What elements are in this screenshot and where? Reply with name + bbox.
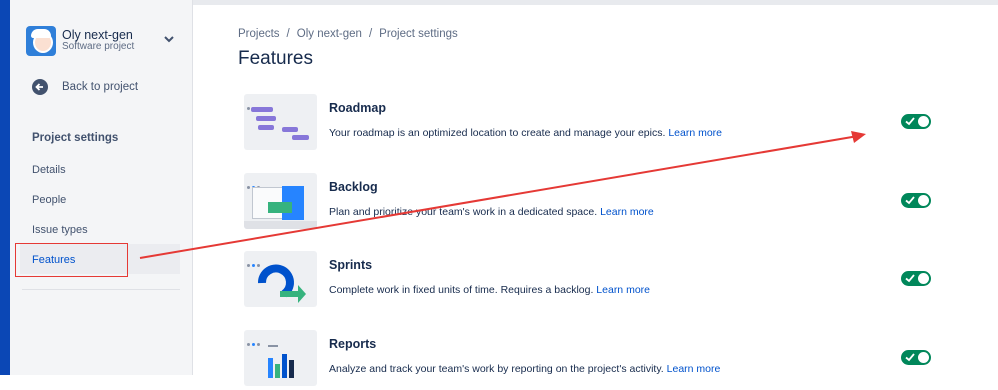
feature-description: Your roadmap is an optimized location to… — [329, 127, 723, 139]
backlog-illustration-icon — [244, 173, 317, 229]
feature-row: Sprints Complete work in fixed units of … — [244, 251, 944, 311]
sidebar-item-people[interactable]: People — [32, 194, 66, 206]
feature-name: Reports — [329, 337, 377, 351]
feature-name: Sprints — [329, 258, 373, 272]
annotation-highlight-box — [15, 243, 128, 277]
learn-more-link[interactable]: Learn more — [668, 127, 722, 139]
reports-toggle[interactable] — [901, 350, 931, 365]
feature-description: Plan and prioritize your team's work in … — [329, 206, 654, 218]
back-to-project-label: Back to project — [62, 81, 139, 93]
project-type: Software project — [62, 41, 135, 52]
sidebar-divider — [22, 289, 180, 290]
sidebar-item-issue-types[interactable]: Issue types — [32, 224, 88, 236]
feature-name: Roadmap — [329, 101, 386, 115]
feature-row: Backlog Plan and prioritize your team's … — [244, 173, 944, 233]
breadcrumb-projects[interactable]: Projects — [238, 28, 280, 40]
toggle-knob — [918, 195, 929, 206]
reports-illustration-icon — [244, 330, 317, 386]
global-nav-bar — [0, 0, 10, 375]
toggle-knob — [918, 352, 929, 363]
sprints-illustration-icon — [244, 251, 317, 307]
roadmap-toggle[interactable] — [901, 114, 931, 129]
avatar-hair-icon — [31, 29, 51, 38]
breadcrumb-separator: / — [286, 28, 290, 40]
breadcrumb-separator: / — [368, 28, 373, 40]
feature-name: Backlog — [329, 180, 378, 194]
feature-description: Complete work in fixed units of time. Re… — [329, 284, 650, 296]
feature-row: Roadmap Your roadmap is an optimized loc… — [244, 94, 944, 154]
chevron-down-icon[interactable] — [162, 32, 176, 46]
feature-row: Reports Analyze and track your team's wo… — [244, 330, 944, 390]
project-name: Oly next-gen — [62, 28, 133, 42]
check-icon — [905, 353, 915, 362]
roadmap-illustration-icon — [244, 94, 317, 150]
toggle-knob — [918, 116, 929, 127]
project-avatar — [26, 26, 56, 56]
feature-description: Analyze and track your team's work by re… — [329, 363, 721, 375]
breadcrumb: Projects / Oly next-gen / Project settings — [238, 28, 458, 40]
check-icon — [905, 274, 915, 283]
check-icon — [905, 196, 915, 205]
learn-more-link[interactable]: Learn more — [667, 363, 721, 375]
sidebar-item-details[interactable]: Details — [32, 164, 66, 176]
page-title: Features — [238, 48, 313, 69]
backlog-toggle[interactable] — [901, 193, 931, 208]
breadcrumb-settings[interactable]: Project settings — [379, 28, 458, 40]
learn-more-link[interactable]: Learn more — [596, 284, 650, 296]
sidebar: Oly next-gen Software project Back to pr… — [10, 0, 193, 375]
sprints-toggle[interactable] — [901, 271, 931, 286]
project-switcher[interactable]: Oly next-gen Software project — [26, 24, 186, 58]
toggle-knob — [918, 273, 929, 284]
section-title: Project settings — [32, 132, 119, 144]
back-arrow-icon — [32, 79, 48, 95]
check-icon — [905, 117, 915, 126]
breadcrumb-project[interactable]: Oly next-gen — [297, 28, 362, 40]
back-to-project-link[interactable]: Back to project — [32, 79, 192, 99]
learn-more-link[interactable]: Learn more — [600, 206, 654, 218]
